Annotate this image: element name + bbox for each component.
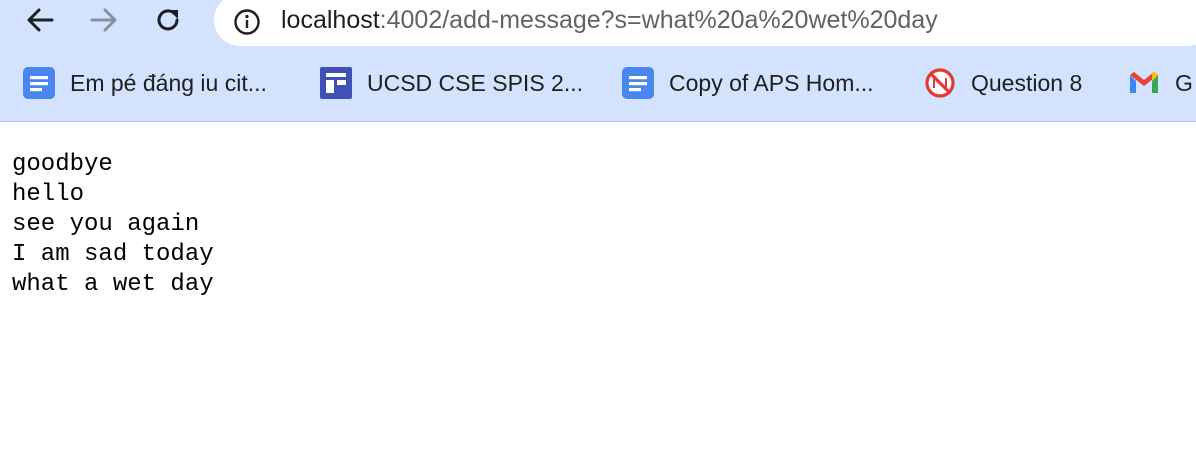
google-docs-icon (22, 66, 56, 100)
site-info-button[interactable] (232, 7, 262, 37)
reload-button[interactable] (150, 2, 186, 38)
message-line: I am sad today (12, 241, 214, 268)
google-sites-icon (319, 66, 353, 100)
gmail-icon (1127, 66, 1161, 100)
bookmark-question-8[interactable]: Question 8 (923, 60, 1082, 106)
bookmark-label: Copy of APS Hom... (669, 69, 874, 96)
arrow-right-icon (90, 8, 117, 32)
bookmark-gmail[interactable]: G (1127, 60, 1193, 106)
arrow-left-icon (27, 8, 54, 32)
url-path: :4002/add-message?s=what%20a%20wet%20day (379, 6, 938, 34)
bookmark-copy-of-aps[interactable]: Copy of APS Hom... (621, 60, 874, 106)
reload-icon (157, 9, 179, 31)
bookmark-ucsd-cse-spis[interactable]: UCSD CSE SPIS 2... (319, 60, 583, 106)
url-host: localhost (281, 6, 380, 34)
info-icon (234, 9, 260, 35)
message-list: goodbye hello see you again I am sad tod… (12, 150, 214, 300)
forward-button[interactable] (86, 2, 122, 38)
bookmark-label: UCSD CSE SPIS 2... (367, 69, 584, 96)
browser-toolbar: localhost:4002/add-message?s=what%20a%20… (0, 0, 1196, 122)
message-line: what a wet day (12, 271, 214, 298)
no-symbol-icon (923, 66, 957, 100)
message-line: see you again (12, 211, 200, 238)
url-text[interactable]: localhost:4002/add-message?s=what%20a%20… (281, 3, 938, 37)
page-content: goodbye hello see you again I am sad tod… (0, 122, 1196, 466)
message-line: goodbye (12, 151, 113, 178)
bookmark-label: Em pé đáng iu cit... (70, 69, 267, 96)
bookmark-em-pe[interactable]: Em pé đáng iu cit... (22, 60, 267, 106)
bookmarks-bar: Em pé đáng iu cit... UCSD CSE SPIS 2... (0, 60, 1196, 106)
google-docs-icon (621, 66, 655, 100)
bookmark-label: G (1175, 69, 1193, 96)
message-line: hello (12, 181, 85, 208)
bookmark-label: Question 8 (971, 69, 1083, 96)
back-button[interactable] (22, 2, 58, 38)
